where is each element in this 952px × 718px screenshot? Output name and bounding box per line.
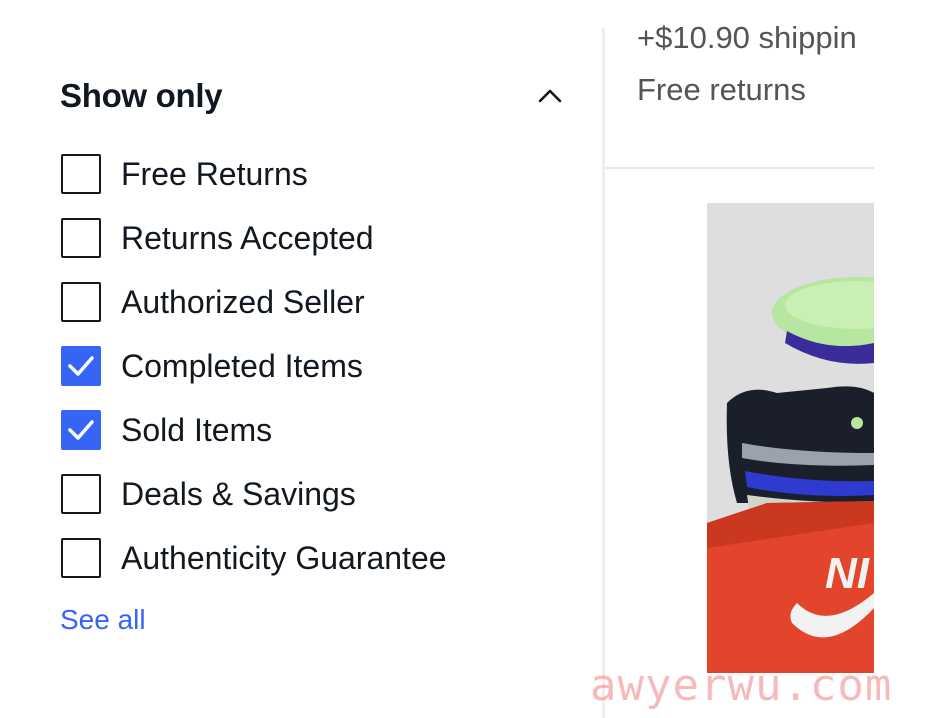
option-label: Completed Items — [121, 347, 363, 384]
checkbox[interactable] — [61, 218, 101, 258]
option-label: Sold Items — [121, 411, 273, 448]
checkbox[interactable] — [61, 410, 101, 450]
option-label: Returns Accepted — [121, 219, 374, 256]
panel-divider — [602, 28, 605, 718]
collapse-button[interactable] — [534, 80, 566, 112]
checkbox[interactable] — [61, 538, 101, 578]
option-deals-savings[interactable]: Deals & Savings — [61, 462, 581, 526]
option-completed-items[interactable]: Completed Items — [61, 334, 581, 398]
option-label: Free Returns — [121, 155, 308, 192]
checkbox[interactable] — [61, 346, 101, 386]
option-authorized-seller[interactable]: Authorized Seller — [61, 270, 581, 334]
chevron-up-icon — [538, 89, 562, 103]
filter-panel: Show only Free Returns Returns Accepted … — [0, 0, 600, 718]
returns-info: Free returns — [637, 72, 806, 107]
filter-options: Free Returns Returns Accepted Authorized… — [61, 142, 581, 590]
option-sold-items[interactable]: Sold Items — [61, 398, 581, 462]
svg-text:NI: NI — [825, 549, 870, 598]
filter-header[interactable]: Show only — [60, 72, 566, 120]
option-label: Authorized Seller — [121, 283, 365, 320]
product-image[interactable]: NI — [707, 203, 874, 673]
see-all-link[interactable]: See all — [60, 604, 146, 636]
shipping-cost: +$10.90 shippin — [637, 20, 857, 55]
option-label: Deals & Savings — [121, 475, 356, 512]
checkbox[interactable] — [61, 282, 101, 322]
filter-title: Show only — [60, 77, 223, 114]
page: Show only Free Returns Returns Accepted … — [0, 0, 952, 718]
listing-preview: +$10.90 shippin Free returns NI — [606, 0, 874, 718]
checkmark-icon — [68, 356, 94, 376]
option-free-returns[interactable]: Free Returns — [61, 142, 581, 206]
option-authenticity-guarantee[interactable]: Authenticity Guarantee — [61, 526, 581, 590]
option-returns-accepted[interactable]: Returns Accepted — [61, 206, 581, 270]
checkmark-icon — [68, 420, 94, 440]
watermark-text: awyerwu.com — [590, 660, 893, 711]
listing-divider — [606, 167, 874, 169]
checkbox[interactable] — [61, 474, 101, 514]
option-label: Authenticity Guarantee — [121, 539, 447, 576]
checkbox[interactable] — [61, 154, 101, 194]
